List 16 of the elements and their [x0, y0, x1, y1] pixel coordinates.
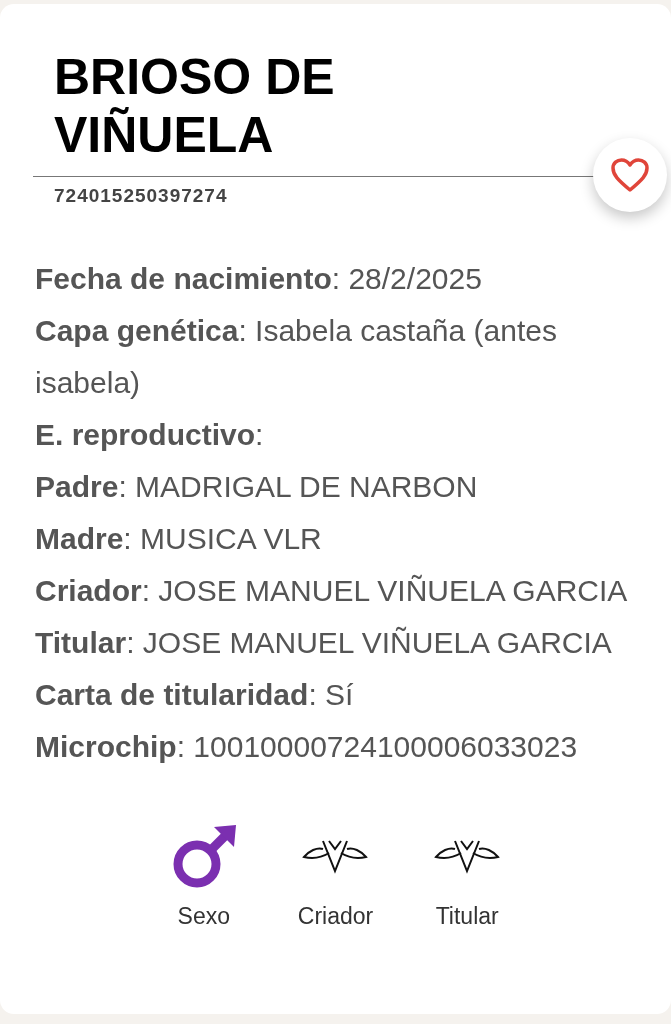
info-line: E. reproductivo:	[35, 417, 265, 453]
info-line: Microchip: 10010000724100006033023	[35, 729, 579, 765]
info-button[interactable]: Titular	[433, 823, 502, 930]
registration-number: 724015250397274	[54, 185, 229, 207]
info-line: Madre: MUSICA VLR	[35, 521, 323, 557]
info-line: Fecha de nacimiento: 28/2/2025	[35, 261, 483, 297]
info-line: Titular: JOSE MANUEL VIÑUELA GARCIA	[35, 625, 613, 661]
info-line: Padre: MADRIGAL DE NARBON	[35, 469, 479, 505]
info-line: Capa genética: Isabela castaña (antes isabela)	[35, 313, 558, 401]
info-button[interactable]: Sexo	[169, 823, 238, 930]
info-button[interactable]: Criador	[297, 823, 374, 930]
horse-name: BRIOSO DE VIÑUELA	[54, 48, 336, 164]
info-line: Carta de titularidad: Sí	[35, 677, 355, 713]
info-line: Criador: JOSE MANUEL VIÑUELA GARCIA	[35, 573, 629, 609]
heart-icon	[610, 157, 650, 193]
favorite-button[interactable]	[593, 138, 667, 212]
